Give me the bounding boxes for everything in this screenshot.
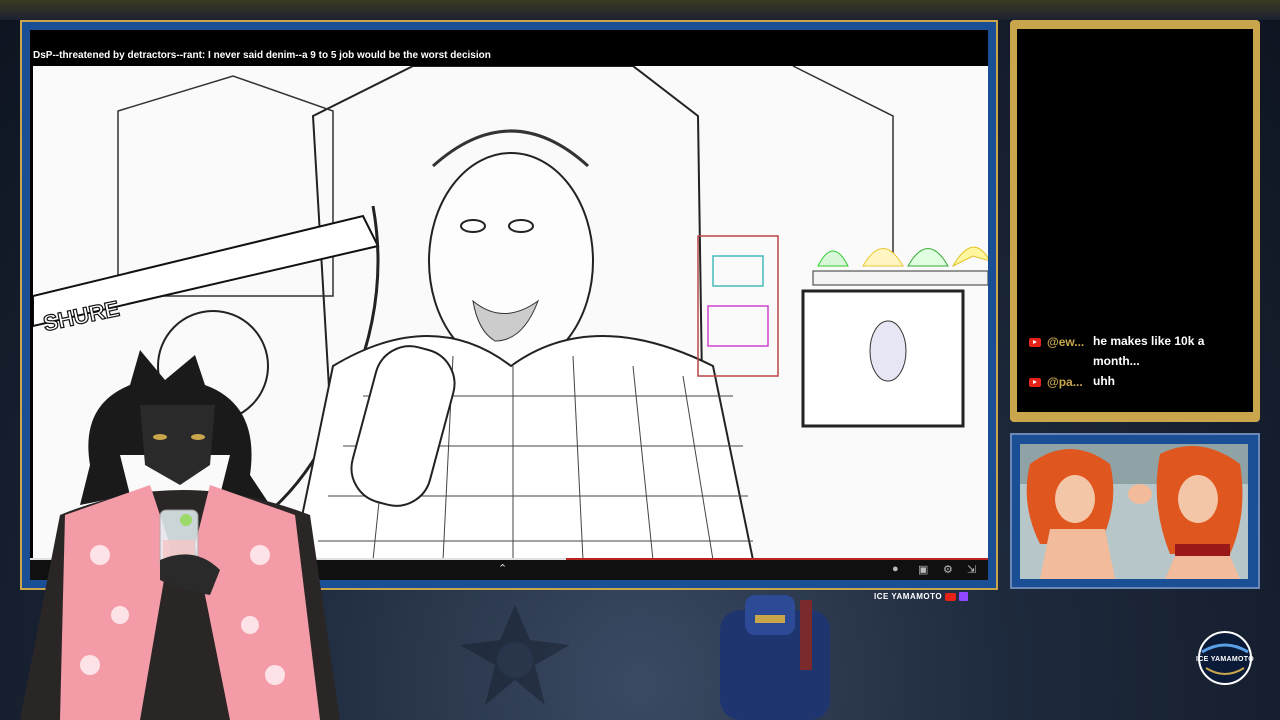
robot-figure-image: [720, 595, 830, 720]
brand-line: ICE YAMAMOTO: [874, 592, 969, 601]
chat-messages: @ew... he makes like 10k a month... @pa.…: [1029, 334, 1249, 395]
chat-panel[interactable]: @ew... he makes like 10k a month... @pa.…: [1017, 29, 1253, 412]
settings-icon[interactable]: ●: [892, 563, 899, 575]
youtube-icon: [945, 592, 957, 601]
gear-icon[interactable]: ⚙: [943, 563, 953, 576]
ice-yamamoto-logo: ICE YAMAMOTO: [1190, 628, 1260, 686]
chat-text: he makes like 10k a month...: [1093, 334, 1205, 368]
video-title: DsP--threatened by detractors--rant: I n…: [33, 50, 491, 61]
chevron-up-icon[interactable]: ⌃: [498, 562, 507, 575]
youtube-icon: [1029, 338, 1041, 347]
chat-frame: @ew... he makes like 10k a month... @pa.…: [1010, 20, 1260, 422]
anime-clip-image: [1020, 444, 1248, 579]
chat-username[interactable]: @ew...: [1047, 335, 1093, 349]
twitch-icon: [959, 592, 969, 601]
logo-text: ICE YAMAMOTO: [1196, 656, 1254, 663]
exit-fullscreen-icon[interactable]: ⇲: [967, 563, 976, 576]
brand-name: ICE YAMAMOTO: [874, 592, 943, 601]
top-band: [0, 0, 1280, 20]
chat-text: uhh: [1093, 374, 1115, 388]
chat-message: @pa... uhh: [1029, 374, 1249, 391]
clip-frame: [1010, 433, 1260, 589]
chat-username[interactable]: @pa...: [1047, 375, 1093, 389]
chat-message: @ew... he makes like 10k a month...: [1029, 334, 1249, 371]
captions-icon[interactable]: ▣: [918, 563, 928, 576]
vtuber-avatar-image: [20, 350, 340, 720]
skull-emblem-icon: [460, 605, 570, 705]
youtube-icon: [1029, 378, 1041, 387]
